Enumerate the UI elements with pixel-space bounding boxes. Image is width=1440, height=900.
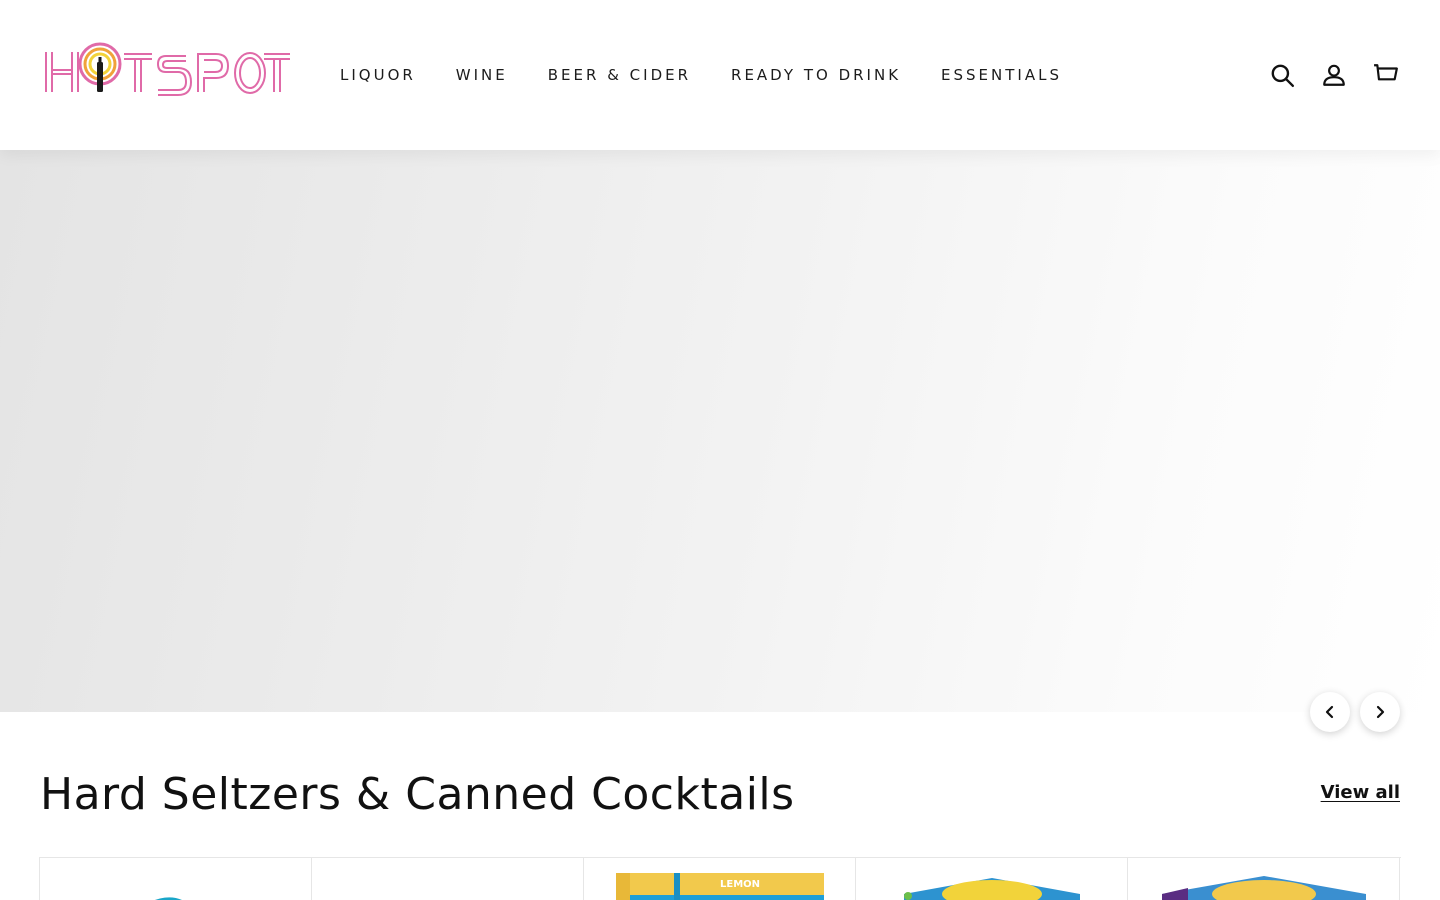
slideshow-next-button[interactable] <box>1360 692 1400 732</box>
nav-liquor[interactable]: LIQUOR <box>340 64 416 86</box>
product-card[interactable] <box>40 858 312 900</box>
product-image <box>904 878 1080 900</box>
nav-beer-cider[interactable]: BEER & CIDER <box>548 64 691 86</box>
account-button[interactable] <box>1320 60 1348 90</box>
account-icon <box>1323 64 1345 86</box>
product-image <box>155 897 182 900</box>
header-actions <box>1268 60 1400 90</box>
hot-spot-logo[interactable] <box>40 40 292 100</box>
site-header: LIQUOR WINE BEER & CIDER READY TO DRINK … <box>0 0 1440 150</box>
cart-button[interactable] <box>1372 60 1400 90</box>
main-nav: LIQUOR WINE BEER & CIDER READY TO DRINK … <box>340 64 1062 86</box>
product-image <box>1162 876 1366 900</box>
section-title: Hard Seltzers & Canned Cocktails <box>40 769 795 820</box>
nav-essentials[interactable]: ESSENTIALS <box>941 64 1062 86</box>
product-card[interactable] <box>856 858 1128 900</box>
hero-banner <box>0 150 1440 712</box>
nav-ready-to-drink[interactable]: READY TO DRINK <box>731 64 901 86</box>
search-button[interactable] <box>1268 60 1296 90</box>
slideshow-prev-button[interactable] <box>1310 692 1350 732</box>
chevron-left-icon <box>1325 705 1334 719</box>
view-all-link[interactable]: View all <box>1321 782 1400 803</box>
product-can-label: LEMON <box>720 879 760 890</box>
product-card[interactable]: LEMON <box>584 858 856 900</box>
product-image: LEMON <box>616 873 824 900</box>
product-card[interactable] <box>312 858 584 900</box>
nav-wine[interactable]: WINE <box>456 64 508 86</box>
product-image <box>312 858 584 900</box>
chevron-right-icon <box>1376 705 1385 719</box>
product-card[interactable] <box>1128 858 1400 900</box>
cart-icon <box>1374 64 1398 81</box>
product-grid: LEMON <box>39 857 1401 900</box>
search-icon <box>1271 64 1295 88</box>
